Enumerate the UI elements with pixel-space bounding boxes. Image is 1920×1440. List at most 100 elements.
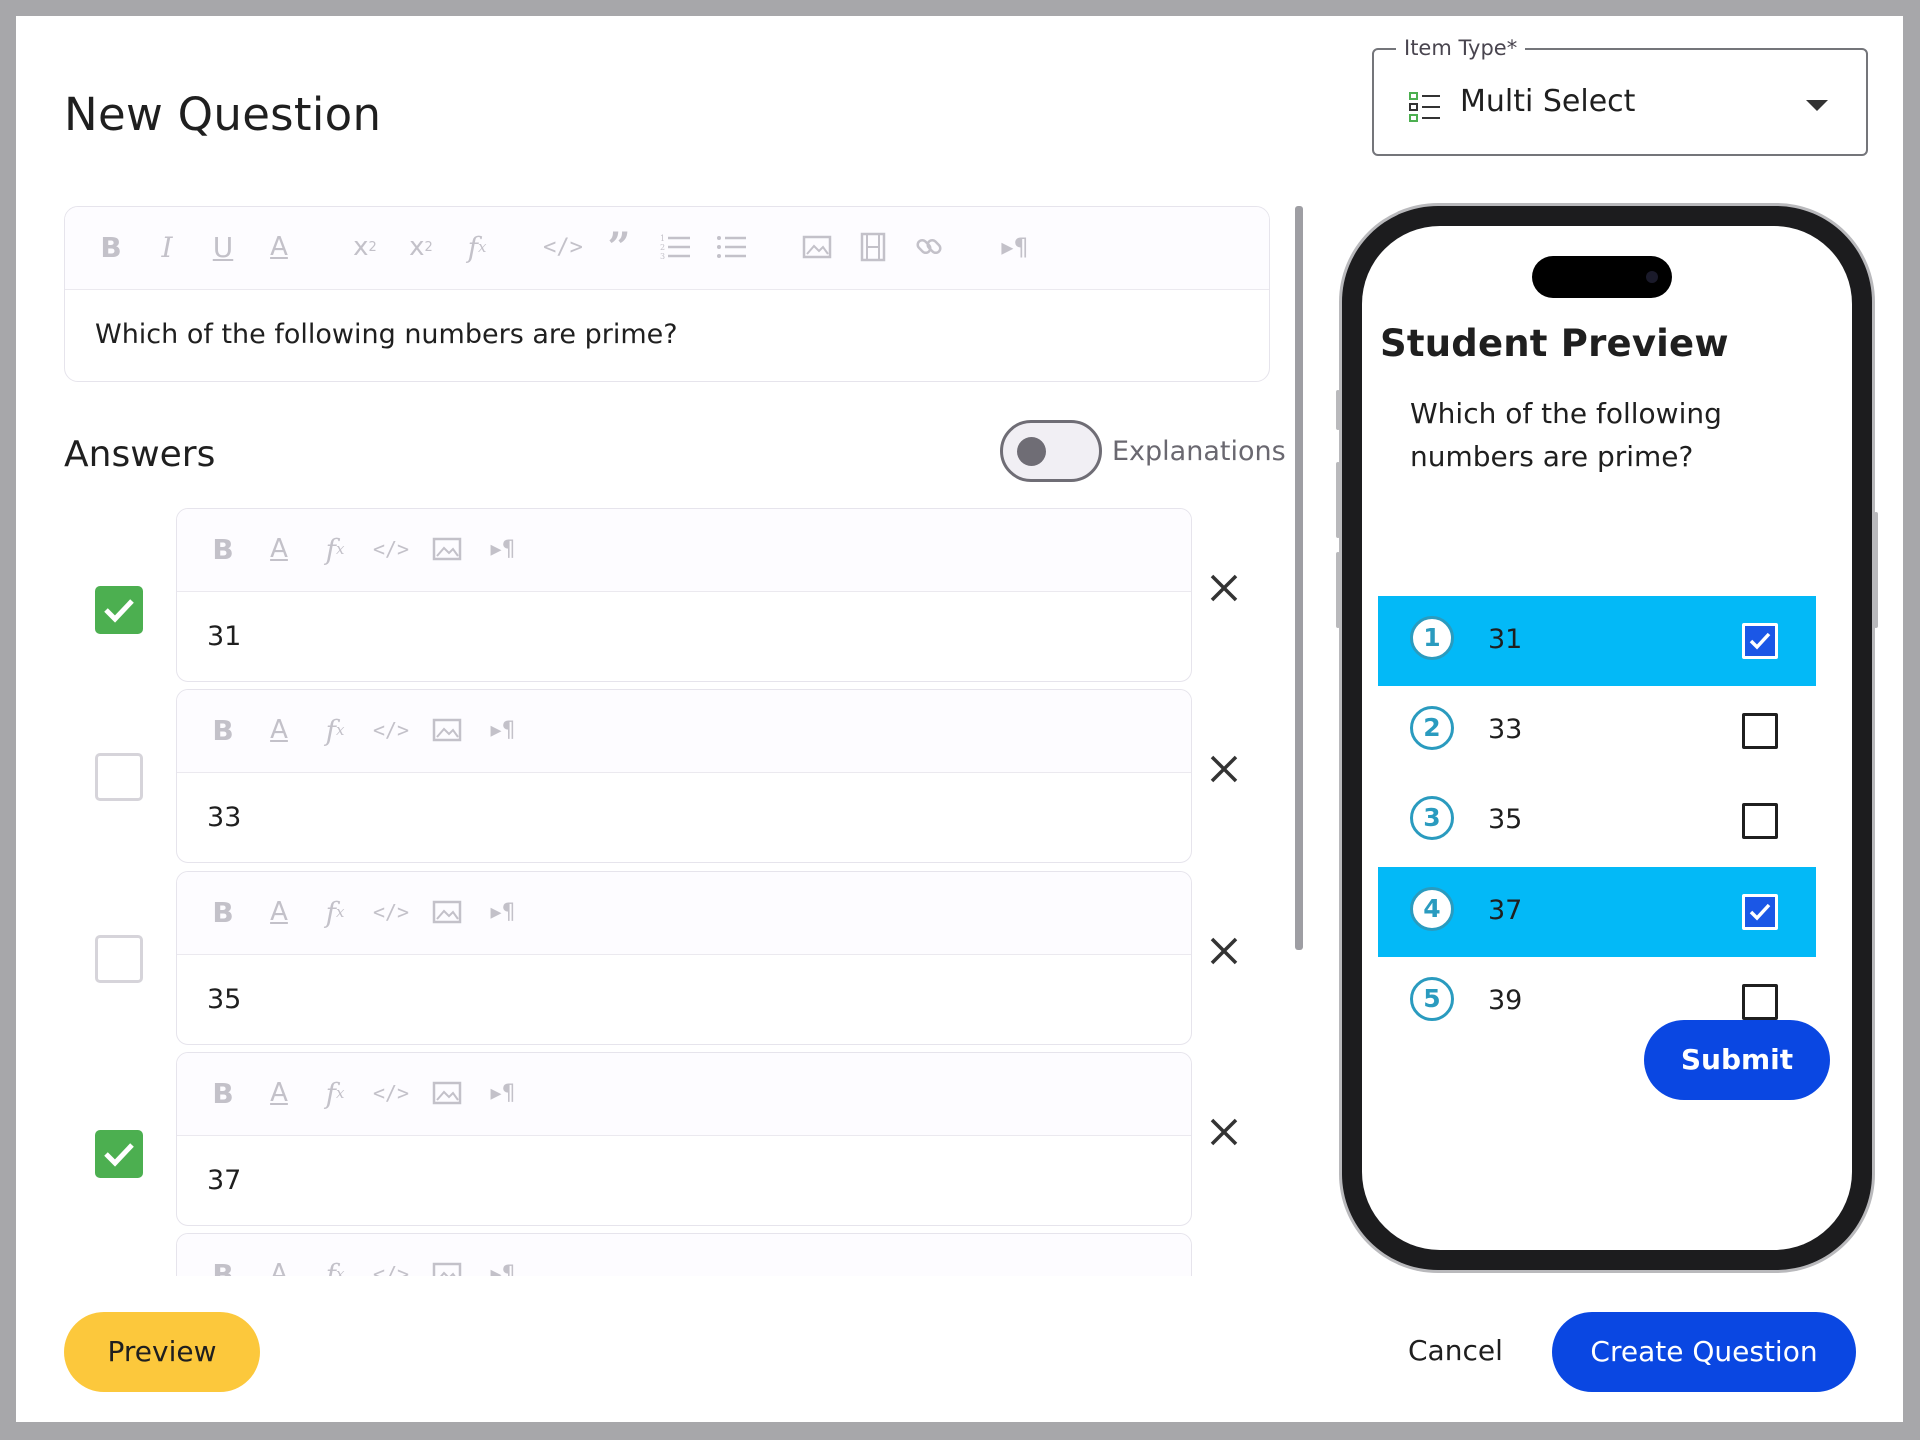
formula-icon[interactable]: fx [315,892,355,932]
svg-text:3: 3 [660,252,665,261]
submit-button[interactable]: Submit [1644,1020,1830,1100]
answer-value[interactable]: 33 [207,802,241,833]
phone-side-button [1336,552,1340,628]
close-icon[interactable] [1202,566,1246,610]
code-icon[interactable]: </> [371,529,411,569]
option-checkbox[interactable] [1742,713,1778,749]
text-color-icon[interactable]: A [259,227,299,267]
text-color-icon[interactable]: A [259,1254,299,1276]
toggle-knob [1017,437,1046,466]
item-type-select[interactable]: Item Type* Multi Select [1372,36,1868,156]
option-checkbox[interactable] [1742,623,1778,659]
answer-editor[interactable]: B Af x </> ▸¶ 35 [176,871,1192,1045]
bold-icon[interactable]: B [203,529,243,569]
answer-value[interactable]: 35 [207,984,241,1015]
close-icon[interactable] [1202,929,1246,973]
question-editor[interactable]: B I U A x2 x2 fx </> ” 123 ▸¶ Which of t… [64,206,1270,382]
option-checkbox[interactable] [1742,803,1778,839]
formula-icon[interactable]: fx [315,710,355,750]
text-direction-icon[interactable]: ▸¶ [483,1254,523,1277]
subscript-icon[interactable]: x2 [345,227,385,267]
preview-option[interactable]: 4 37 [1378,867,1816,957]
scrollbar[interactable] [1295,206,1303,950]
preview-option[interactable]: 2 33 [1378,686,1816,776]
bold-icon[interactable]: B [203,892,243,932]
question-text[interactable]: Which of the following numbers are prime… [95,319,678,350]
answer-row: B Af x </> ▸¶ 33 [16,689,1306,869]
correct-answer-checkbox[interactable] [95,753,143,801]
italic-icon[interactable]: I [147,227,187,267]
bulleted-list-icon[interactable] [711,227,751,267]
underline-icon[interactable]: U [203,227,243,267]
text-direction-icon[interactable]: ▸¶ [483,892,523,932]
preview-option[interactable]: 1 31 [1378,596,1816,686]
option-checkbox[interactable] [1742,894,1778,930]
close-icon[interactable] [1202,747,1246,791]
bold-icon[interactable]: B [91,227,131,267]
code-icon[interactable]: </> [371,892,411,932]
formula-icon[interactable]: fx [457,227,497,267]
text-color-icon[interactable]: A [259,892,299,932]
answer-value[interactable]: 37 [207,1165,241,1196]
image-icon[interactable] [427,1073,467,1113]
correct-answer-checkbox[interactable] [95,1130,143,1178]
quote-icon[interactable]: ” [599,224,639,271]
preview-button[interactable]: Preview [64,1312,260,1392]
image-icon[interactable] [427,710,467,750]
text-color-icon[interactable]: A [259,529,299,569]
text-direction-icon[interactable]: ▸¶ [483,1073,523,1113]
image-icon[interactable] [797,227,837,267]
option-number: 3 [1410,796,1454,840]
item-type-label: Item Type* [1396,36,1526,60]
answer-editor[interactable]: B Af x </> ▸¶ 31 [176,508,1192,682]
option-value: 33 [1488,714,1523,745]
text-direction-icon[interactable]: ▸¶ [483,710,523,750]
close-icon[interactable] [1202,1110,1246,1154]
student-preview-title: Student Preview [1380,322,1729,365]
code-icon[interactable]: </> [371,1073,411,1113]
phone-side-button [1874,512,1878,628]
option-number: 1 [1410,616,1454,660]
text-color-icon[interactable]: A [259,710,299,750]
image-icon[interactable] [427,529,467,569]
create-question-button[interactable]: Create Question [1552,1312,1856,1392]
text-color-icon[interactable]: A [259,1073,299,1113]
answer-row: B Af x </> ▸¶ 35 [16,871,1306,1051]
multi-select-list-icon [1409,92,1440,122]
bold-icon[interactable]: B [203,1073,243,1113]
answer-value[interactable]: 31 [207,621,241,652]
formula-icon[interactable]: fx [315,1073,355,1113]
answer-editor[interactable]: B Af x </> ▸¶ [176,1233,1192,1276]
new-question-dialog: New Question Item Type* Multi Select B I… [16,16,1903,1422]
text-direction-icon[interactable]: ▸¶ [483,529,523,569]
image-icon[interactable] [427,1254,467,1276]
code-icon[interactable]: </> [371,710,411,750]
video-icon[interactable] [853,227,893,267]
correct-answer-checkbox[interactable] [95,935,143,983]
image-icon[interactable] [427,892,467,932]
explanations-toggle[interactable] [1000,420,1102,482]
answer-row: B Af x </> ▸¶ 37 [16,1052,1306,1232]
bold-icon[interactable]: B [203,710,243,750]
answer-toolbar: B Af x </> ▸¶ [177,690,1191,773]
answer-toolbar: B Af x </> ▸¶ [177,1234,1191,1276]
answers-list: B Af x </> ▸¶ 31 B Af x </> ▸¶ 33 B Af x </> ▸¶ 35 B Af x </>… [16,504,1306,1276]
checkmark-icon [1749,903,1771,921]
superscript-icon[interactable]: x2 [401,227,441,267]
text-direction-icon[interactable]: ▸¶ [995,227,1035,267]
link-icon[interactable] [909,227,949,267]
cancel-button[interactable]: Cancel [1408,1334,1503,1367]
correct-answer-checkbox[interactable] [95,586,143,634]
answer-editor[interactable]: B Af x </> ▸¶ 33 [176,689,1192,863]
formula-icon[interactable]: fx [315,1254,355,1277]
code-icon[interactable]: </> [371,1254,411,1276]
code-icon[interactable]: </> [543,227,583,267]
numbered-list-icon[interactable]: 123 [655,227,695,267]
checkmark-icon [104,599,134,623]
option-value: 31 [1488,624,1523,655]
formula-icon[interactable]: fx [315,529,355,569]
answer-editor[interactable]: B Af x </> ▸¶ 37 [176,1052,1192,1226]
bold-icon[interactable]: B [203,1254,243,1277]
option-checkbox[interactable] [1742,984,1778,1020]
preview-option[interactable]: 3 35 [1378,776,1816,866]
